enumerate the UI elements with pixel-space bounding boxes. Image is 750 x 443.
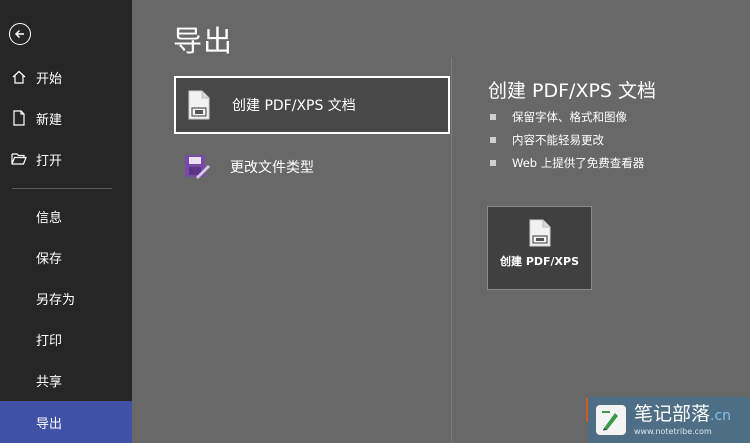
watermark-text: 笔记部落.cn www.notetribe.com: [634, 402, 732, 437]
nav-new[interactable]: 新建: [0, 98, 132, 138]
create-pdf-xps-button-label: 创建 PDF/XPS: [499, 255, 580, 268]
detail-bullet-list: 保留字体、格式和图像 内容不能轻易更改 Web 上提供了免费查看器: [490, 105, 644, 174]
nav-save-as[interactable]: 另存为: [0, 278, 132, 318]
nav-home-label: 开始: [36, 71, 63, 87]
pdf-document-icon: [186, 89, 212, 121]
detail-title: 创建 PDF/XPS 文档: [488, 80, 657, 102]
nav-save-label: 保存: [36, 251, 63, 267]
watermark-suffix: .cn: [710, 407, 732, 424]
nav-export[interactable]: 导出: [0, 401, 132, 443]
nav-info-label: 信息: [36, 210, 63, 226]
create-pdf-xps-button[interactable]: 创建 PDF/XPS: [487, 206, 592, 290]
option-change-file-type-label: 更改文件类型: [230, 160, 314, 176]
nav-new-label: 新建: [36, 112, 63, 128]
notetribe-logo-icon: [596, 405, 626, 435]
nav-open[interactable]: 打开: [0, 139, 132, 179]
export-panel: 导出 创建 PDF/XPS 文档 更改文件类型 创建 PDF/XPS 文档 保留…: [132, 0, 750, 443]
bullet-icon: [490, 159, 496, 166]
nav-print-label: 打印: [36, 333, 63, 349]
option-create-pdf-xps-label: 创建 PDF/XPS 文档: [232, 98, 356, 114]
nav-share[interactable]: 共享: [0, 360, 132, 400]
nav-home[interactable]: 开始: [0, 57, 132, 97]
new-document-icon: [10, 109, 28, 127]
nav-open-label: 打开: [36, 153, 63, 169]
app-window: 开始 新建 打开 信息 保存 另存为 打印 共享 导出 导出 创建 PDF/XP…: [0, 0, 750, 443]
bullet-icon: [490, 113, 496, 120]
nav-share-label: 共享: [36, 374, 63, 390]
change-file-type-icon: [184, 151, 210, 183]
pdf-document-icon: [529, 219, 550, 247]
watermark-title: 笔记部落: [634, 402, 711, 425]
list-item: 保留字体、格式和图像: [490, 105, 644, 128]
back-button[interactable]: [9, 23, 31, 45]
panel-divider: [451, 58, 452, 443]
open-folder-icon: [10, 150, 28, 168]
list-item: Web 上提供了免费查看器: [490, 151, 644, 174]
sidebar-divider: [12, 188, 112, 189]
option-change-file-type[interactable]: 更改文件类型: [174, 138, 450, 196]
home-icon: [10, 68, 28, 86]
nav-info[interactable]: 信息: [0, 196, 132, 236]
nav-export-label: 导出: [36, 416, 63, 432]
nav-save-as-label: 另存为: [36, 292, 76, 308]
backstage-sidebar: 开始 新建 打开 信息 保存 另存为 打印 共享 导出: [0, 0, 132, 443]
option-create-pdf-xps[interactable]: 创建 PDF/XPS 文档: [174, 76, 450, 134]
watermark-url: www.notetribe.com: [634, 426, 712, 436]
nav-print[interactable]: 打印: [0, 319, 132, 359]
back-arrow-icon: [14, 29, 24, 39]
watermark: 笔记部落.cn www.notetribe.com: [588, 397, 750, 443]
list-item: 内容不能轻易更改: [490, 128, 644, 151]
bullet-icon: [490, 136, 496, 143]
nav-save[interactable]: 保存: [0, 237, 132, 277]
page-title: 导出: [173, 24, 234, 58]
